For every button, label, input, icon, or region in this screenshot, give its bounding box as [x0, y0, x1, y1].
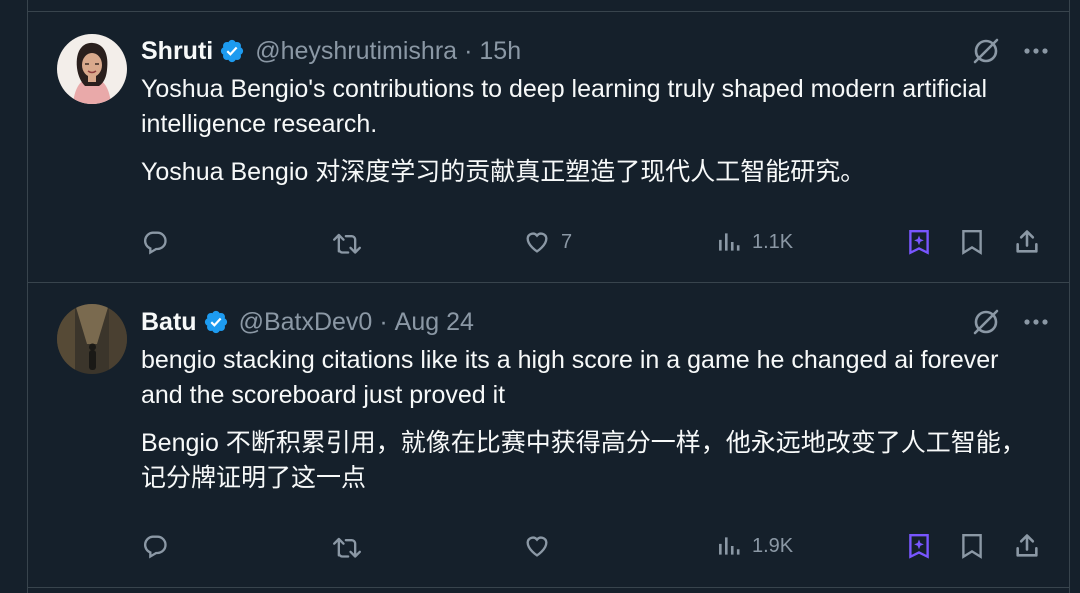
more-icon[interactable]: [1023, 47, 1049, 55]
retweet-icon: [332, 233, 361, 254]
views-button[interactable]: 1.1K: [716, 229, 793, 255]
grok-button[interactable]: [906, 532, 932, 560]
views-button[interactable]: 1.9K: [716, 533, 793, 559]
timestamp[interactable]: 15h: [479, 37, 521, 66]
bookmark-icon: [962, 230, 982, 255]
tweet-translation: Bengio 不断积累引用，就像在比赛中获得高分一样，他永远地改变了人工智能，记…: [141, 429, 1026, 492]
share-icon: [1016, 230, 1038, 253]
grok-translate-icon[interactable]: [971, 307, 1001, 337]
reply-button[interactable]: [141, 228, 169, 256]
retweet-icon: [332, 537, 361, 558]
bookmark-button[interactable]: [959, 532, 985, 560]
like-icon: [526, 232, 548, 253]
avatar[interactable]: [57, 34, 127, 104]
share-button[interactable]: [1013, 228, 1041, 256]
view-count: 1.1K: [752, 230, 794, 253]
timestamp[interactable]: Aug 24: [395, 308, 474, 337]
separator: ·: [464, 36, 473, 65]
verified-badge-icon: [221, 39, 244, 63]
reply-icon: [144, 231, 167, 255]
like-count: 7: [561, 230, 573, 253]
like-button[interactable]: [523, 532, 561, 560]
separator: ·: [379, 307, 388, 336]
tweet-header: Shruti @heyshrutimishra · 15h: [141, 35, 1049, 67]
tweet-text: Yoshua Bengio's contributions to deep le…: [141, 75, 988, 138]
grok-translate-icon[interactable]: [971, 36, 1001, 66]
tweet-header: Batu @BatxDev0 · Aug 24: [141, 306, 1049, 338]
timeline: Shruti @heyshrutimishra · 15h Yoshua Ben…: [27, 0, 1070, 593]
reply-button[interactable]: [141, 532, 169, 560]
tweet-text: bengio stacking citations like its a hig…: [141, 346, 999, 409]
bookmark-icon: [962, 534, 982, 559]
bookmark-button[interactable]: [959, 228, 985, 256]
share-icon: [1016, 534, 1038, 557]
retweet-button[interactable]: [331, 228, 363, 256]
grok-button[interactable]: [906, 228, 932, 256]
grok-icon: [909, 230, 929, 255]
views-icon: [719, 537, 740, 555]
view-count: 1.9K: [752, 534, 794, 557]
author-handle[interactable]: @heyshrutimishra: [255, 37, 457, 66]
tweet[interactable]: Batu @BatxDev0 · Aug 24 bengio stacking …: [28, 283, 1069, 588]
verified-badge-icon: [204, 310, 227, 334]
like-icon: [526, 536, 548, 557]
share-button[interactable]: [1013, 532, 1041, 560]
more-icon[interactable]: [1023, 318, 1049, 326]
tweet[interactable]: Shruti @heyshrutimishra · 15h Yoshua Ben…: [28, 12, 1069, 283]
tweet-translation: Yoshua Bengio 对深度学习的贡献真正塑造了现代人工智能研究。: [141, 158, 866, 186]
action-bar: 7 1.1K: [141, 222, 1039, 262]
reply-icon: [144, 535, 167, 559]
author-name[interactable]: Shruti: [141, 37, 213, 66]
grok-icon: [909, 534, 929, 559]
views-icon: [719, 233, 740, 251]
action-bar: 1.9K: [141, 526, 1039, 566]
retweet-button[interactable]: [331, 532, 363, 560]
author-name[interactable]: Batu: [141, 308, 197, 337]
avatar[interactable]: [57, 304, 127, 374]
author-handle[interactable]: @BatxDev0: [239, 308, 373, 337]
like-button[interactable]: 7: [523, 228, 572, 256]
